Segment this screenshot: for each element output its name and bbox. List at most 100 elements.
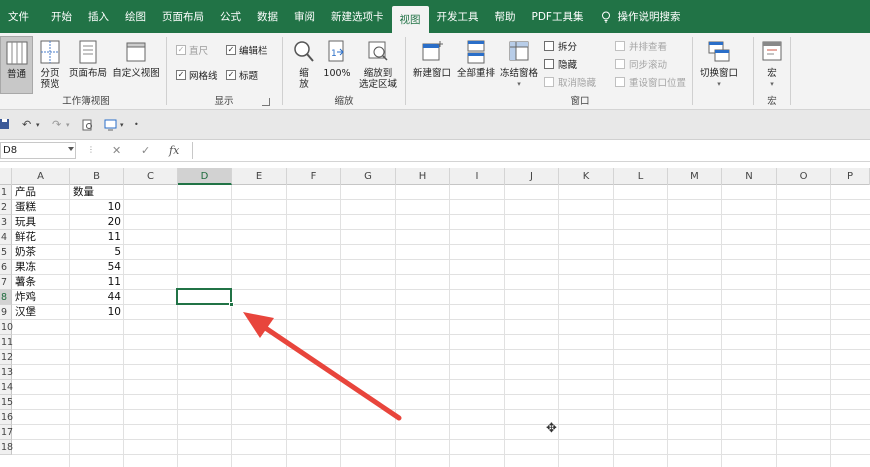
column-header[interactable]: F [287,168,341,185]
worksheet-grid[interactable]: ABCDEFGHIJKLMNOP 1 2 3 4 5 6 7 8 9 10 11 12 13 14 15 16… [0,168,870,467]
undo-icon[interactable]: ↶ [22,118,31,131]
page-layout-view-button[interactable]: 页面布局 [67,36,109,79]
new-window-button[interactable]: 新建窗口 [411,36,453,79]
row-header[interactable]: 14 [0,380,13,395]
insert-function-icon[interactable]: fx [169,144,179,157]
page-break-preview-button[interactable]: 分页 预览 [36,36,64,90]
name-box[interactable]: D8 [0,142,76,159]
reset-window-position-button[interactable]: 重设窗口位置 [615,75,686,89]
row-header[interactable]: 10 [0,320,13,335]
tab-pdf-tools[interactable]: PDF工具集 [524,0,592,33]
tab-insert[interactable]: 插入 [80,0,117,33]
column-header[interactable]: B [70,168,124,185]
tab-developer[interactable]: 开发工具 [429,0,487,33]
row-header[interactable]: 5 [0,245,12,260]
table-cell[interactable]: 11 [73,275,121,290]
cancel-icon[interactable]: ✕ [112,144,121,157]
row-header[interactable]: 4 [0,230,12,245]
screen-icon[interactable] [104,119,118,131]
ruler-checkbox[interactable]: ✓ 直尺 [176,43,208,57]
table-cell[interactable]: 玩具 [15,215,67,230]
print-preview-icon[interactable] [82,119,94,131]
zoom-100-button[interactable]: 1 100% [322,36,352,79]
name-box-dropdown-icon[interactable] [68,147,74,151]
tab-help[interactable]: 帮助 [487,0,524,33]
tab-draw[interactable]: 绘图 [117,0,154,33]
table-cell[interactable]: 10 [73,305,121,320]
tell-me-search[interactable]: 操作说明搜索 [591,0,680,33]
table-cell[interactable]: 44 [73,290,121,305]
table-cell[interactable]: 炸鸡 [15,290,67,305]
unhide-button[interactable]: 取消隐藏 [544,75,596,89]
tab-review[interactable]: 审阅 [286,0,323,33]
table-cell[interactable]: 蛋糕 [15,200,67,215]
redo-icon[interactable]: ↷ [52,118,61,131]
table-cell[interactable]: 鲜花 [15,230,67,245]
column-header[interactable]: G [341,168,396,185]
table-cell[interactable]: 产品 [15,185,67,200]
column-header[interactable]: D [178,168,232,185]
tab-formulas[interactable]: 公式 [212,0,249,33]
row-header[interactable]: 8 [0,290,12,305]
column-header[interactable]: H [396,168,450,185]
row-header[interactable]: 9 [0,305,12,320]
tab-data[interactable]: 数据 [249,0,286,33]
row-header[interactable]: 7 [0,275,12,290]
switch-windows-button[interactable]: 切换窗口 ▾ [697,36,741,90]
column-header[interactable]: I [450,168,505,185]
normal-view-button[interactable]: 普通 [0,36,33,94]
column-header[interactable]: M [668,168,722,185]
enter-icon[interactable]: ✓ [141,144,150,157]
custom-views-button[interactable]: 自定义视图 [110,36,162,79]
table-cell[interactable]: 果冻 [15,260,67,275]
column-header[interactable]: P [831,168,870,185]
tab-file[interactable]: 文件 [0,0,37,33]
table-cell[interactable]: 10 [73,200,121,215]
customize-qat-icon[interactable]: • [134,120,139,129]
headings-checkbox[interactable]: ✓ 标题 [226,68,258,82]
gridlines-checkbox[interactable]: ✓ 网格线 [176,68,218,82]
hide-button[interactable]: 隐藏 [544,57,577,71]
row-header[interactable]: 16 [0,410,13,425]
zoom-button[interactable]: 缩 放 [290,36,318,90]
row-header[interactable]: 3 [0,215,12,230]
fill-handle[interactable] [229,302,234,307]
table-cell[interactable]: 11 [73,230,121,245]
column-header[interactable]: E [232,168,287,185]
select-all-corner[interactable] [0,168,12,185]
formula-bar-checkbox[interactable]: ✓ 编辑栏 [226,43,268,57]
row-header[interactable]: 11 [0,335,13,350]
table-cell[interactable]: 数量 [73,185,121,200]
table-cell[interactable]: 薯条 [15,275,67,290]
column-header[interactable]: K [559,168,614,185]
table-cell[interactable]: 54 [73,260,121,275]
formula-input[interactable] [192,142,870,159]
column-header[interactable]: L [614,168,668,185]
row-header[interactable]: 1 [0,185,12,200]
row-header[interactable]: 17 [0,425,13,440]
tab-view[interactable]: 视图 [391,6,429,33]
screen-dropdown-icon[interactable]: ▾ [120,121,124,129]
row-header[interactable]: 18 [0,440,13,455]
undo-dropdown-icon[interactable]: ▾ [36,121,40,129]
view-side-by-side-button[interactable]: 并排查看 [615,39,667,53]
row-header[interactable]: 6 [0,260,12,275]
tab-page-layout[interactable]: 页面布局 [154,0,212,33]
save-icon[interactable] [0,119,10,130]
row-header[interactable]: 12 [0,350,13,365]
column-header[interactable]: C [124,168,178,185]
tab-home[interactable]: 开始 [37,0,80,33]
column-header[interactable]: A [12,168,70,185]
formula-options-icon[interactable]: ⋮ [87,145,95,154]
row-header[interactable]: 15 [0,395,13,410]
arrange-all-button[interactable]: 全部重排 [455,36,497,79]
table-cell[interactable]: 汉堡 [15,305,67,320]
macros-button[interactable]: 宏 ▾ [758,36,786,90]
table-cell[interactable]: 5 [73,245,121,260]
zoom-to-selection-button[interactable]: 缩放到 选定区域 [356,36,400,90]
freeze-panes-button[interactable]: 冻结窗格 ▾ [497,36,541,90]
selected-cell[interactable] [176,288,232,305]
tab-new-tab[interactable]: 新建选项卡 [323,0,392,33]
table-cell[interactable]: 奶茶 [15,245,67,260]
column-header[interactable]: J [505,168,559,185]
